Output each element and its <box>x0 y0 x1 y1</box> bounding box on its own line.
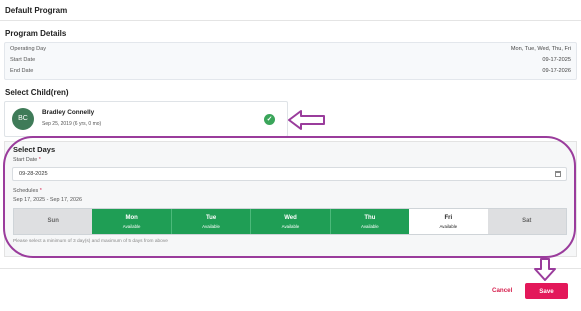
detail-row-operating-day: Operating Day Mon, Tue, Wed, Thu, Fri <box>10 46 571 56</box>
day-sun[interactable]: Sun <box>14 209 93 234</box>
detail-value: 09-17-2026 <box>542 68 571 74</box>
program-details-title: Program Details <box>5 29 67 38</box>
divider <box>0 20 581 21</box>
detail-label: End Date <box>10 68 34 74</box>
check-icon: ✓ <box>264 114 275 125</box>
detail-value: Mon, Tue, Wed, Thu, Fri <box>510 46 571 52</box>
day-tue[interactable]: Tue Available <box>171 209 252 234</box>
day-status: Available <box>361 224 379 229</box>
day-name: Sun <box>47 218 59 224</box>
program-name: Default Program <box>5 6 68 15</box>
select-days-title: Select Days <box>13 145 56 154</box>
day-fri[interactable]: Fri Available <box>409 209 488 234</box>
day-status: Available <box>439 224 458 229</box>
day-mon[interactable]: Mon Available <box>92 209 172 234</box>
day-sat[interactable]: Sat <box>487 209 566 234</box>
program-details-box: Operating Day Mon, Tue, Wed, Thu, Fri St… <box>4 42 577 80</box>
divider <box>0 268 581 269</box>
start-date-label: Start Date * <box>13 157 41 163</box>
day-name: Thu <box>364 215 376 221</box>
schedule-range: Sep 17, 2025 - Sep 17, 2026 <box>13 197 82 203</box>
day-wed[interactable]: Wed Available <box>251 209 331 234</box>
child-dob: Sep 25, 2019 (6 yrs, 0 mo) <box>42 121 102 127</box>
detail-row-start-date: Start Date 09-17-2025 <box>10 57 571 67</box>
save-button[interactable]: Save <box>525 283 568 299</box>
schedules-label: Schedules * <box>13 188 42 194</box>
day-name: Wed <box>284 215 297 221</box>
day-name: Tue <box>205 215 217 221</box>
day-status: Available <box>122 224 141 229</box>
child-card[interactable]: BC Bradley Connelly Sep 25, 2019 (6 yrs,… <box>4 101 288 137</box>
day-name: Fri <box>444 215 453 221</box>
cancel-button[interactable]: Cancel <box>492 287 512 294</box>
annotation-arrow-left-icon <box>288 110 325 130</box>
detail-row-end-date: End Date 09-17-2026 <box>10 68 571 78</box>
detail-label: Start Date <box>10 57 36 63</box>
calendar-icon[interactable] <box>555 171 561 177</box>
day-selector: Sun Mon Available Tue Available Wed Availab… <box>13 208 567 235</box>
days-hint: Please select a minimum of 3 day(s) and … <box>13 239 168 244</box>
child-name: Bradley Connelly <box>42 109 95 116</box>
annotation-arrow-down-icon <box>534 258 556 281</box>
day-status: Available <box>202 224 220 229</box>
day-name: Mon <box>125 215 138 221</box>
detail-label: Operating Day <box>10 46 47 52</box>
avatar: BC <box>12 108 34 130</box>
day-thu[interactable]: Thu Available <box>330 209 410 234</box>
detail-value: 09-17-2025 <box>542 57 571 63</box>
start-date-value: 09-28-2025 <box>19 171 48 177</box>
select-children-title: Select Child(ren) <box>5 88 69 97</box>
day-name: Sat <box>522 218 532 224</box>
start-date-input[interactable]: 09-28-2025 <box>12 167 567 181</box>
day-status: Available <box>281 224 300 229</box>
